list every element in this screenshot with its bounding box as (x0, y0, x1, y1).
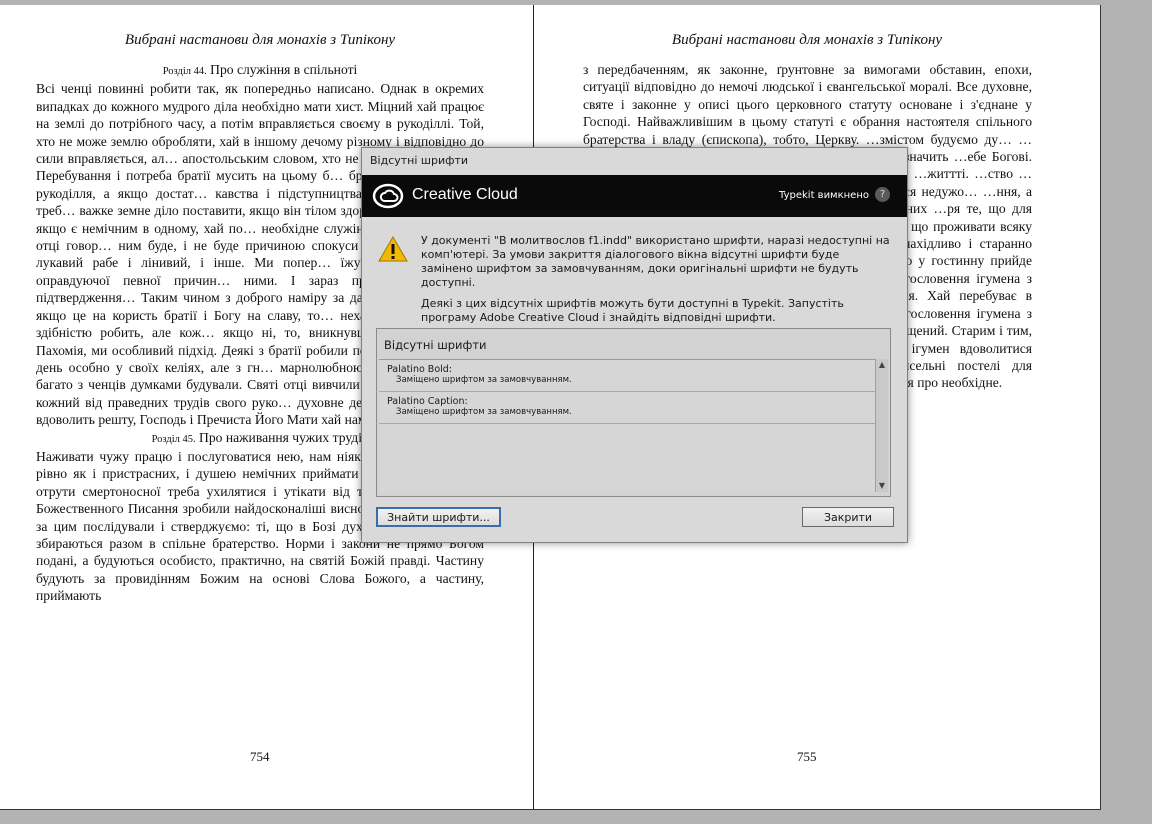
running-head: Вибрані настанови для монахів з Типікону (124, 32, 396, 48)
scroll-up-icon[interactable]: ▲ (876, 359, 888, 371)
creative-cloud-banner: Creative Cloud Typekit вимкнено ? (362, 175, 907, 217)
font-name: Palatino Bold: (387, 364, 453, 375)
scroll-down-icon[interactable]: ▼ (876, 480, 888, 492)
running-head: Вибрані настанови для монахів з Типікону (671, 32, 943, 48)
missing-fonts-dialog: Відсутні шрифти Creative Cloud Typekit в… (361, 147, 908, 543)
font-status: Заміщено шрифтом за замовчуванням. (396, 407, 572, 417)
list-item[interactable]: Palatino Bold: Заміщено шрифтом за замов… (379, 360, 877, 392)
section-title: Про наживання чужих трудів (199, 429, 369, 445)
list-header: Відсутні шрифти (384, 338, 487, 352)
find-fonts-button[interactable]: Знайти шрифти... (376, 507, 501, 527)
font-status: Заміщено шрифтом за замовчуванням. (396, 375, 572, 385)
section-heading: Розділ 44. Про служіння в спільноті (36, 61, 484, 80)
section-number: Розділ 45. (151, 433, 196, 445)
help-icon[interactable]: ? (875, 187, 890, 202)
section-number: Розділ 44. (162, 66, 207, 77)
close-button[interactable]: Закрити (802, 507, 894, 527)
warning-icon (378, 236, 408, 262)
list-item[interactable]: Palatino Caption: Заміщено шрифтом за за… (379, 392, 877, 424)
missing-fonts-list[interactable]: Palatino Bold: Заміщено шрифтом за замов… (379, 359, 877, 493)
dialog-title: Відсутні шрифти (370, 154, 469, 167)
list-scrollbar[interactable]: ▲ ▼ (875, 359, 888, 492)
font-name: Palatino Caption: (387, 396, 468, 407)
typekit-status: Typekit вимкнено (779, 190, 869, 201)
creative-cloud-logo-icon (372, 183, 404, 209)
missing-fonts-list-box: Відсутні шрифти Palatino Bold: Заміщено … (376, 328, 891, 497)
dialog-message: У документі "В молитвослов f1.indd" вико… (421, 234, 891, 332)
page-number: 754 (250, 749, 270, 764)
brand-name: Creative Cloud (412, 186, 518, 203)
section-title: Про служіння в спільноті (210, 62, 358, 77)
message-text: Деякі з цих відсутніх шрифтів можуть бут… (421, 297, 844, 324)
message-text: У документі "В молитвослов f1.indd" вико… (421, 234, 890, 289)
page-number: 755 (797, 749, 817, 764)
